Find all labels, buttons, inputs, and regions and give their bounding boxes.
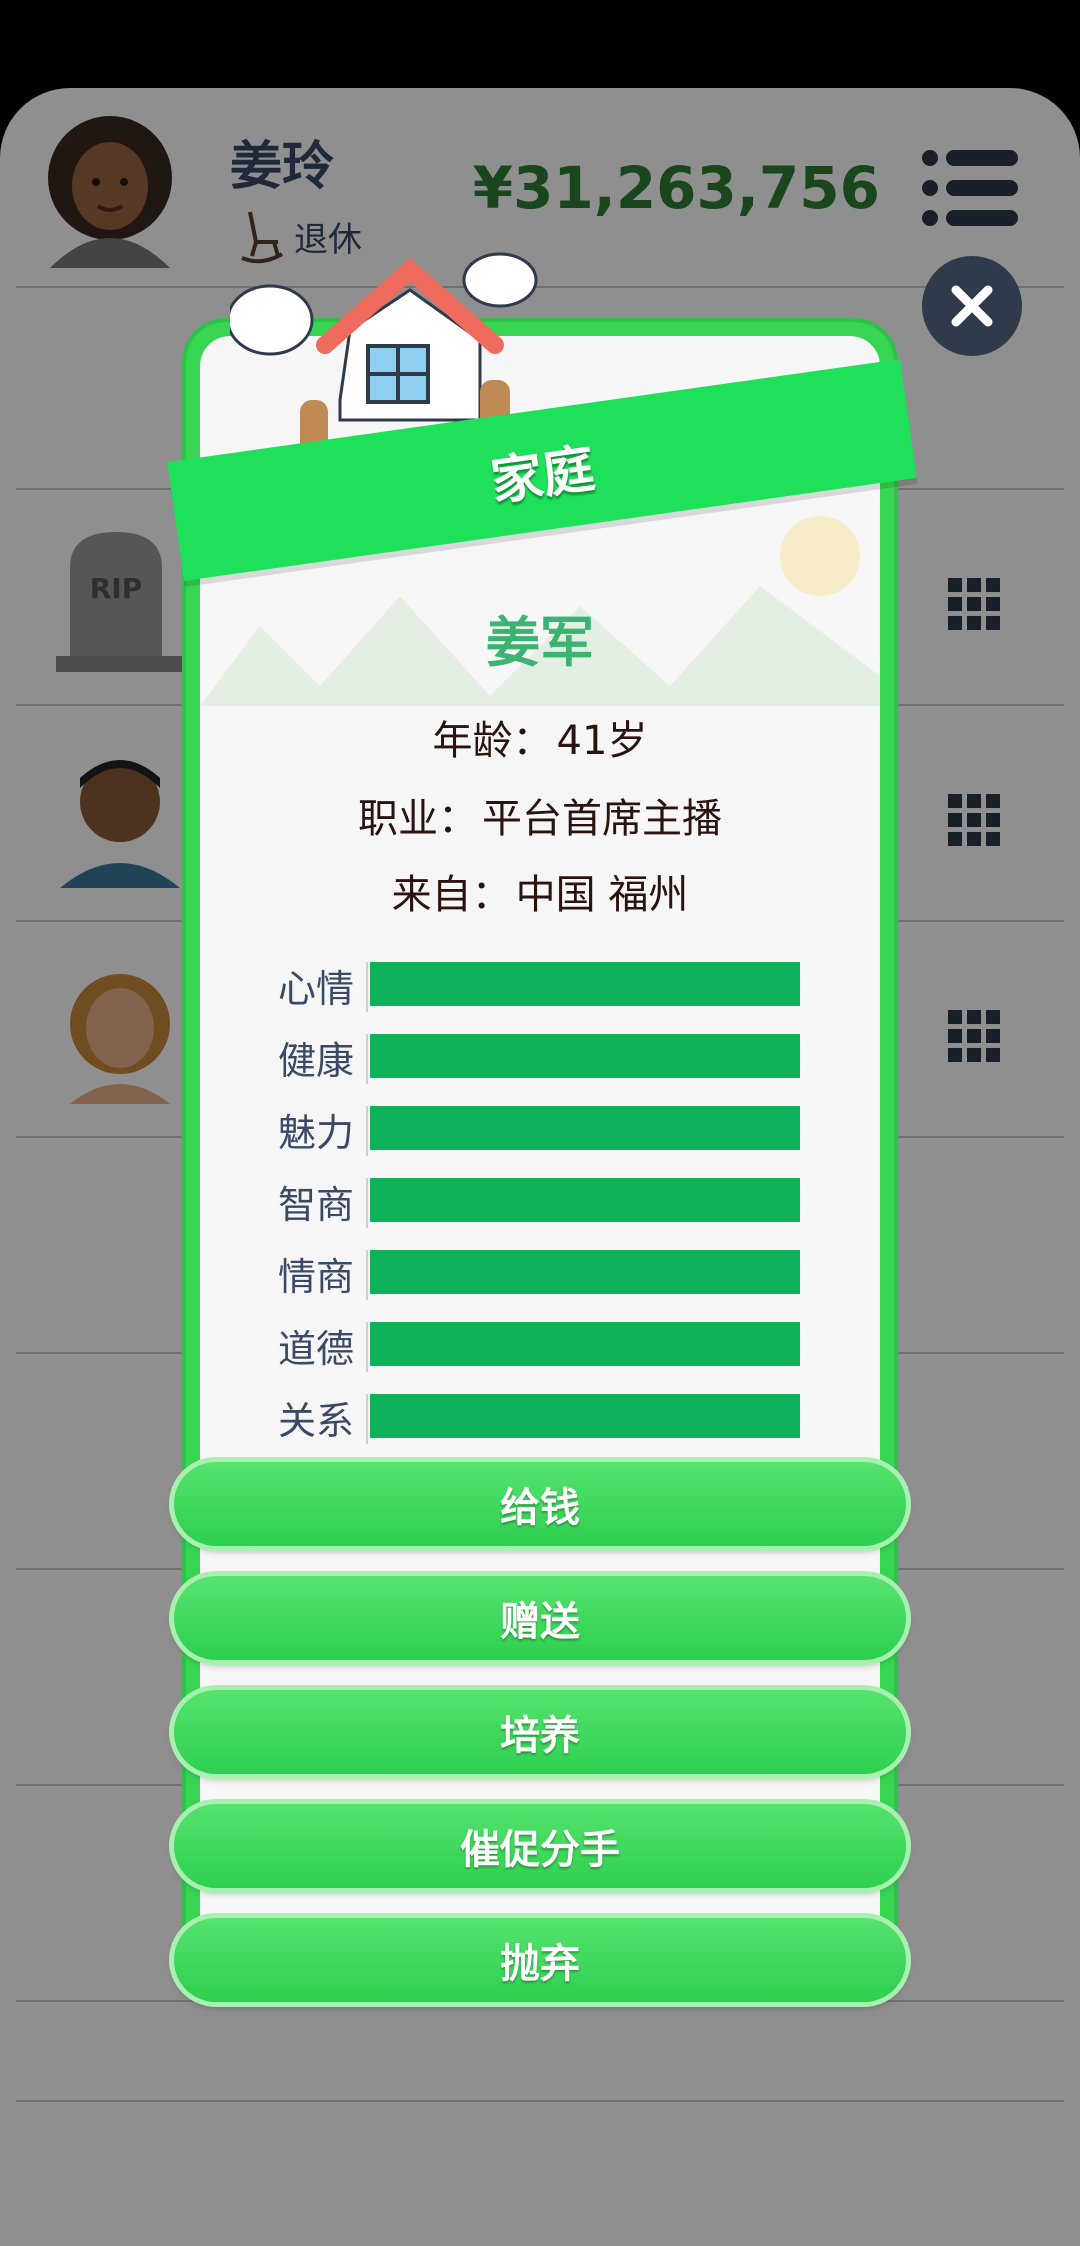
stat-bar (370, 1250, 800, 1294)
stat-track (366, 962, 368, 1012)
stat-track (366, 1250, 368, 1300)
origin-value: 中国 福州 (515, 872, 689, 918)
stat-label: 心情 (277, 967, 354, 1011)
age-line: 年龄： 41岁 (186, 708, 894, 766)
gift-button[interactable]: 赠送 (174, 1576, 906, 1660)
urge-breakup-button[interactable]: 催促分手 (174, 1804, 906, 1888)
stat-bar (370, 1394, 800, 1438)
stat-row-health: 健康 (250, 1020, 810, 1092)
close-icon (951, 285, 993, 327)
origin-line: 来自： 中国 福州 (186, 862, 894, 920)
stat-bar (370, 1034, 800, 1078)
stat-label: 道德 (277, 1327, 354, 1371)
stat-label: 关系 (277, 1399, 354, 1443)
stat-label: 智商 (277, 1183, 354, 1227)
close-button[interactable] (922, 256, 1022, 356)
stat-row-iq: 智商 (250, 1164, 810, 1236)
stat-bar (370, 1178, 800, 1222)
stat-label: 情商 (277, 1255, 354, 1299)
stat-row-eq: 情商 (250, 1236, 810, 1308)
origin-label: 来自： (391, 872, 512, 918)
age-label: 年龄： (432, 718, 553, 764)
stat-bar (370, 962, 800, 1006)
job-label: 职业： (358, 796, 478, 842)
stat-row-charm: 魅力 (250, 1092, 810, 1164)
job-line: 职业： 平台首席主播 (186, 786, 894, 844)
abandon-button[interactable]: 抛弃 (174, 1918, 906, 2002)
stat-bar (370, 1106, 800, 1150)
modal-title: 家庭 (487, 438, 599, 513)
stats-panel: 心情 健康 魅力 智商 情商 道德 关系 (250, 948, 810, 1452)
family-member-name: 姜军 (486, 611, 594, 674)
give-money-button[interactable]: 给钱 (174, 1462, 906, 1546)
stat-label: 健康 (277, 1039, 354, 1083)
stat-bar (370, 1322, 800, 1366)
stat-track (366, 1106, 368, 1156)
age-value: 41岁 (556, 718, 648, 764)
stat-row-mood: 心情 (250, 948, 810, 1020)
stat-track (366, 1034, 368, 1084)
stat-row-morality: 道德 (250, 1308, 810, 1380)
stat-track (366, 1322, 368, 1372)
stat-track (366, 1394, 368, 1444)
stat-row-relationship: 关系 (250, 1380, 810, 1452)
stat-label: 魅力 (277, 1111, 354, 1155)
job-value: 平台首席主播 (482, 796, 722, 842)
nurture-button[interactable]: 培养 (174, 1690, 906, 1774)
stat-track (366, 1178, 368, 1228)
